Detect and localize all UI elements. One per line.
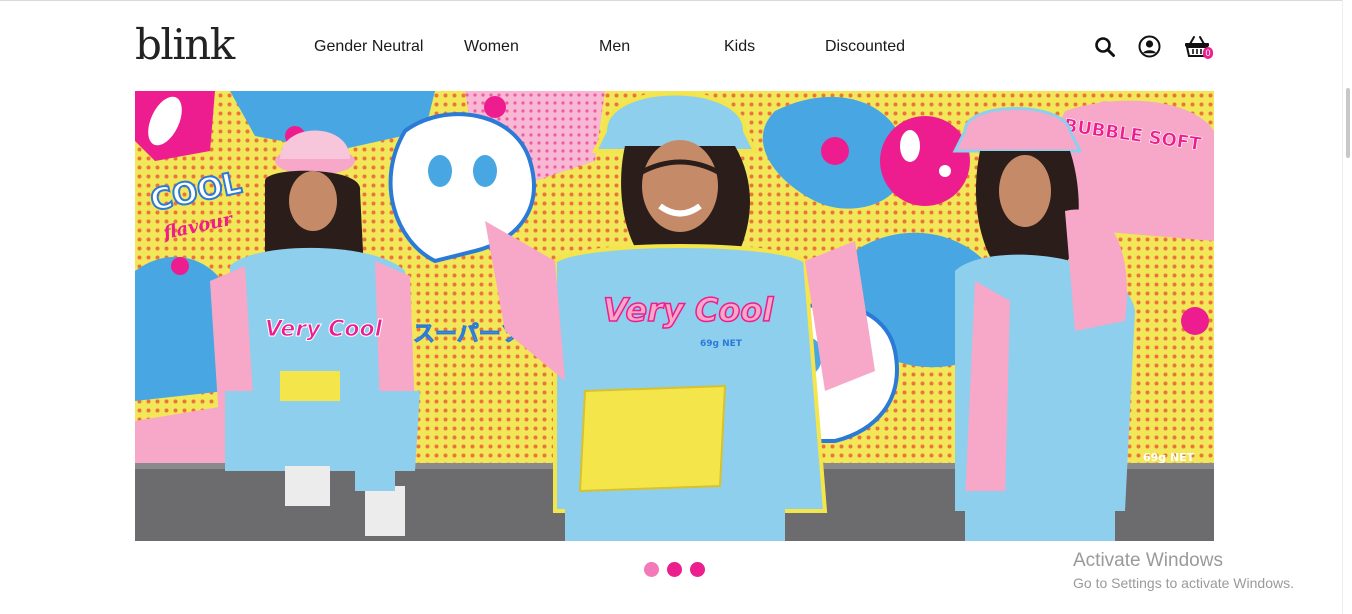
svg-text:Very Cool: Very Cool <box>265 317 383 342</box>
hoodie-text-net: 69g NET <box>700 339 743 349</box>
carousel-dot-1[interactable] <box>644 562 659 577</box>
hero-banner[interactable]: COOL flavour スーパーソフト BUBBLE SOFT 69g NET… <box>135 91 1214 541</box>
nav-discounted[interactable]: Discounted <box>825 38 905 56</box>
brand-logo[interactable]: blink <box>135 22 235 68</box>
carousel-dot-2[interactable] <box>667 562 682 577</box>
hoodie-text-very-cool: Very Cool <box>603 291 774 329</box>
cart-count-badge: 0 <box>1203 47 1213 59</box>
carousel-dots[interactable] <box>644 562 705 577</box>
nav-gender-neutral[interactable]: Gender Neutral <box>314 38 423 56</box>
user-icon[interactable] <box>1138 35 1161 58</box>
nav-men[interactable]: Men <box>599 38 630 56</box>
hero-image: COOL flavour スーパーソフト BUBBLE SOFT 69g NET… <box>135 91 1214 541</box>
scrollbar-thumb[interactable] <box>1346 88 1350 158</box>
nav-kids[interactable]: Kids <box>724 38 755 56</box>
nav-women[interactable]: Women <box>464 38 519 56</box>
search-icon[interactable] <box>1094 36 1116 58</box>
scrollbar[interactable] <box>1342 0 1352 614</box>
carousel-dot-3[interactable] <box>690 562 705 577</box>
activate-windows-subtitle: Go to Settings to activate Windows. <box>1073 575 1294 591</box>
activate-windows-title: Activate Windows <box>1073 550 1223 571</box>
wall-text-net-right: 69g NET <box>1143 451 1195 464</box>
top-border <box>0 0 1352 1</box>
